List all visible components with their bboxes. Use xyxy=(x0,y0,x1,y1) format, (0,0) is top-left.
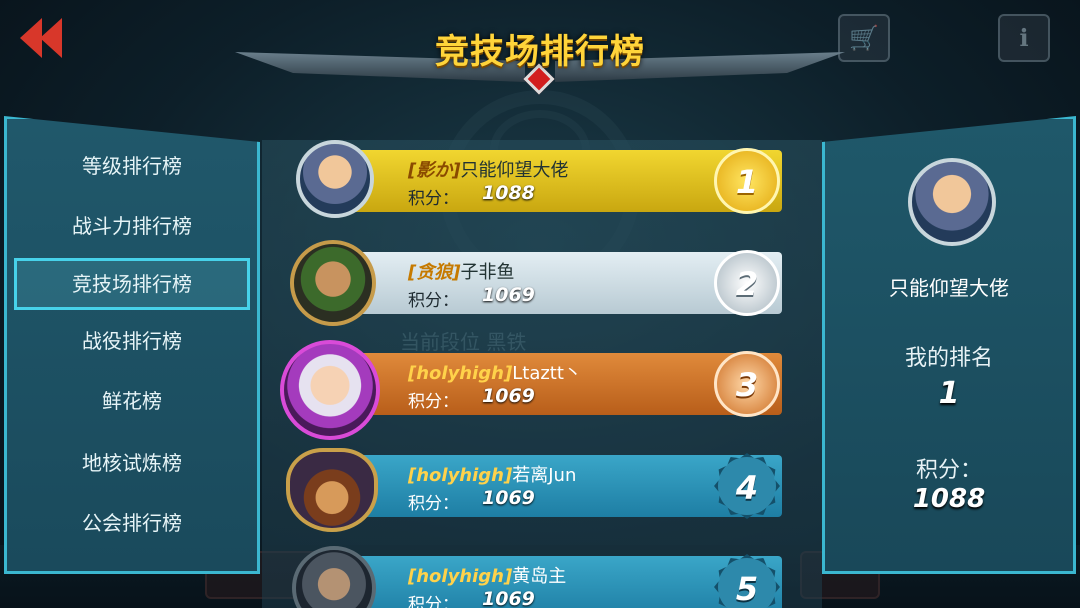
my-rank-label: 我的排名 xyxy=(904,346,993,371)
menu-item-power[interactable]: 战斗力排行榜 xyxy=(14,200,250,252)
guild-tag: [贪狼] xyxy=(408,262,461,283)
score-label: 积分： xyxy=(408,189,459,209)
ranking-row-5[interactable]: [holyhigh]黄岛主 积分： 1069 5 xyxy=(350,554,782,608)
score-value: 1069 xyxy=(482,284,535,306)
score-label: 积分： xyxy=(408,392,459,412)
my-score-value: 1088 xyxy=(912,484,986,514)
score-value: 1088 xyxy=(482,182,535,204)
player-avatar-4[interactable] xyxy=(286,448,378,532)
player-name: Ltaztt丶 xyxy=(512,363,582,384)
score-label: 积分： xyxy=(408,291,459,311)
player-avatar-3[interactable] xyxy=(280,340,380,440)
score-label: 积分： xyxy=(408,595,459,608)
menu-item-guild[interactable]: 公会排行榜 xyxy=(14,497,250,549)
guild-tag: [holyhigh] xyxy=(408,566,513,587)
my-name: 只能仰望大佬 xyxy=(889,276,1009,300)
player-name: 子非鱼 xyxy=(460,262,515,283)
my-avatar xyxy=(908,158,996,246)
rank-3-medal-icon: 3 xyxy=(714,351,780,417)
player-name: 只能仰望大佬 xyxy=(460,160,569,181)
ranking-row-4[interactable]: [holyhigh]若离Jun 积分： 1069 4 xyxy=(350,453,782,519)
menu-item-arena[interactable]: 竞技场排行榜 xyxy=(14,258,250,310)
guild-tag: [影か] xyxy=(408,160,461,181)
my-rank-value: 1 xyxy=(938,376,960,411)
current-tier-watermark: 当前段位 黑铁 xyxy=(400,330,527,354)
rank-1-medal-icon: 1 xyxy=(714,148,780,214)
menu-item-level[interactable]: 等级排行榜 xyxy=(14,140,250,192)
menu-item-flowers[interactable]: 鲜花榜 xyxy=(14,375,250,427)
score-value: 1069 xyxy=(482,385,535,407)
rank-4-gear-badge-icon: 4 xyxy=(714,453,780,519)
player-avatar-1[interactable] xyxy=(296,140,374,218)
player-name: 若离Jun xyxy=(512,465,577,486)
rank-2-medal-icon: 2 xyxy=(714,250,780,316)
score-label: 积分： xyxy=(408,494,459,514)
player-name: 黄岛主 xyxy=(512,566,567,587)
ranking-row-1[interactable]: [影か]只能仰望大佬 积分： 1088 1 xyxy=(350,148,782,214)
score-value: 1069 xyxy=(482,487,535,509)
score-value: 1069 xyxy=(482,588,535,608)
guild-tag: [holyhigh] xyxy=(408,465,513,486)
ranking-row-3[interactable]: [holyhigh]Ltaztt丶 积分： 1069 3 xyxy=(350,351,782,417)
menu-item-campaign[interactable]: 战役排行榜 xyxy=(14,315,250,367)
menu-item-core-trial[interactable]: 地核试炼榜 xyxy=(14,437,250,489)
guild-tag: [holyhigh] xyxy=(408,363,513,384)
my-score-label: 积分： xyxy=(915,458,982,483)
page-title: 竞技场排行榜 xyxy=(435,32,645,72)
player-avatar-2[interactable] xyxy=(290,240,376,326)
ranking-row-2[interactable]: [贪狼]子非鱼 积分： 1069 2 xyxy=(350,250,782,316)
rank-5-gear-badge-icon: 5 xyxy=(714,554,780,608)
